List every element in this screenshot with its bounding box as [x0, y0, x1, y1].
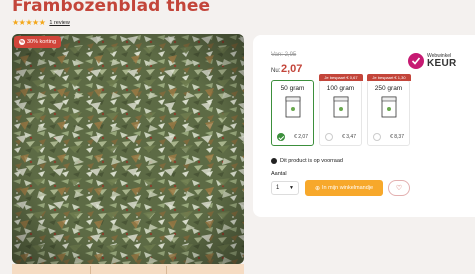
quantity-label: Aantal	[271, 171, 287, 177]
option-price: € 8,37	[390, 134, 404, 140]
star-rating-icon: ★★★★★	[12, 18, 46, 27]
product-image[interactable]	[12, 34, 244, 264]
discount-badge: % 30% korting	[14, 36, 62, 48]
keur-check-icon	[408, 53, 424, 69]
option-radio[interactable]	[277, 133, 285, 141]
option-price: € 3,47	[342, 134, 356, 140]
tea-leaves-image	[12, 34, 244, 264]
option-size: 50 gram	[280, 85, 305, 92]
discount-badge-label: 30% korting	[27, 39, 57, 45]
tea-bag-icon	[381, 96, 396, 118]
now-label: Nu:	[271, 68, 281, 74]
stock-status: Dit product is op voorraad	[271, 158, 343, 164]
add-to-cart-button[interactable]: ⊕ In mijn winkelmandje	[305, 180, 383, 196]
product-title: Frambozenblad thee	[12, 0, 211, 16]
chevron-down-icon: ▼	[289, 185, 294, 191]
old-price: Van: 2,95	[271, 52, 297, 58]
tea-bag-icon	[285, 96, 300, 118]
option-radio[interactable]	[373, 133, 381, 141]
option-250-gram[interactable]: Je bespaart € 1,30 250 gram € 8,37	[367, 74, 411, 146]
keur-text-main: KEUR	[427, 57, 457, 69]
divider	[166, 266, 167, 274]
option-100-gram[interactable]: Je bespaart € 0,67 100 gram € 3,47	[319, 74, 363, 146]
purchase-panel: Van: 2,95 Nu: 2,07 Webwinkel KEUR 50 gra…	[253, 35, 475, 217]
option-size: 250 gram	[374, 85, 403, 92]
info-strip	[12, 264, 244, 274]
current-price: 2,07	[281, 63, 303, 75]
option-50-gram[interactable]: 50 gram € 2,07	[271, 80, 314, 146]
percent-icon: %	[19, 39, 25, 45]
option-radio[interactable]	[325, 133, 333, 141]
wishlist-button[interactable]: ♡	[388, 180, 410, 196]
option-price: € 2,07	[294, 134, 308, 140]
webwinkel-keur-badge[interactable]: Webwinkel KEUR	[408, 53, 457, 69]
review-link[interactable]: 1 review	[49, 20, 69, 26]
quantity-select[interactable]: 1 ▼	[271, 181, 299, 195]
quantity-value: 1	[276, 185, 280, 191]
size-options: 50 gram € 2,07 Je bespaart € 0,67 100 gr…	[271, 74, 411, 146]
stock-status-icon	[271, 158, 277, 164]
stock-status-text: Dit product is op voorraad	[280, 158, 343, 164]
savings-tag: Je bespaart € 0,67	[319, 74, 363, 81]
divider	[90, 266, 91, 274]
add-to-cart-label: In mijn winkelmandje	[321, 185, 374, 191]
heart-icon: ♡	[395, 185, 403, 192]
tea-bag-icon	[333, 96, 348, 118]
rating: ★★★★★ 1 review	[12, 18, 70, 27]
savings-tag: Je bespaart € 1,30	[367, 74, 411, 81]
option-size: 100 gram	[326, 85, 355, 92]
cart-icon: ⊕	[314, 185, 320, 192]
